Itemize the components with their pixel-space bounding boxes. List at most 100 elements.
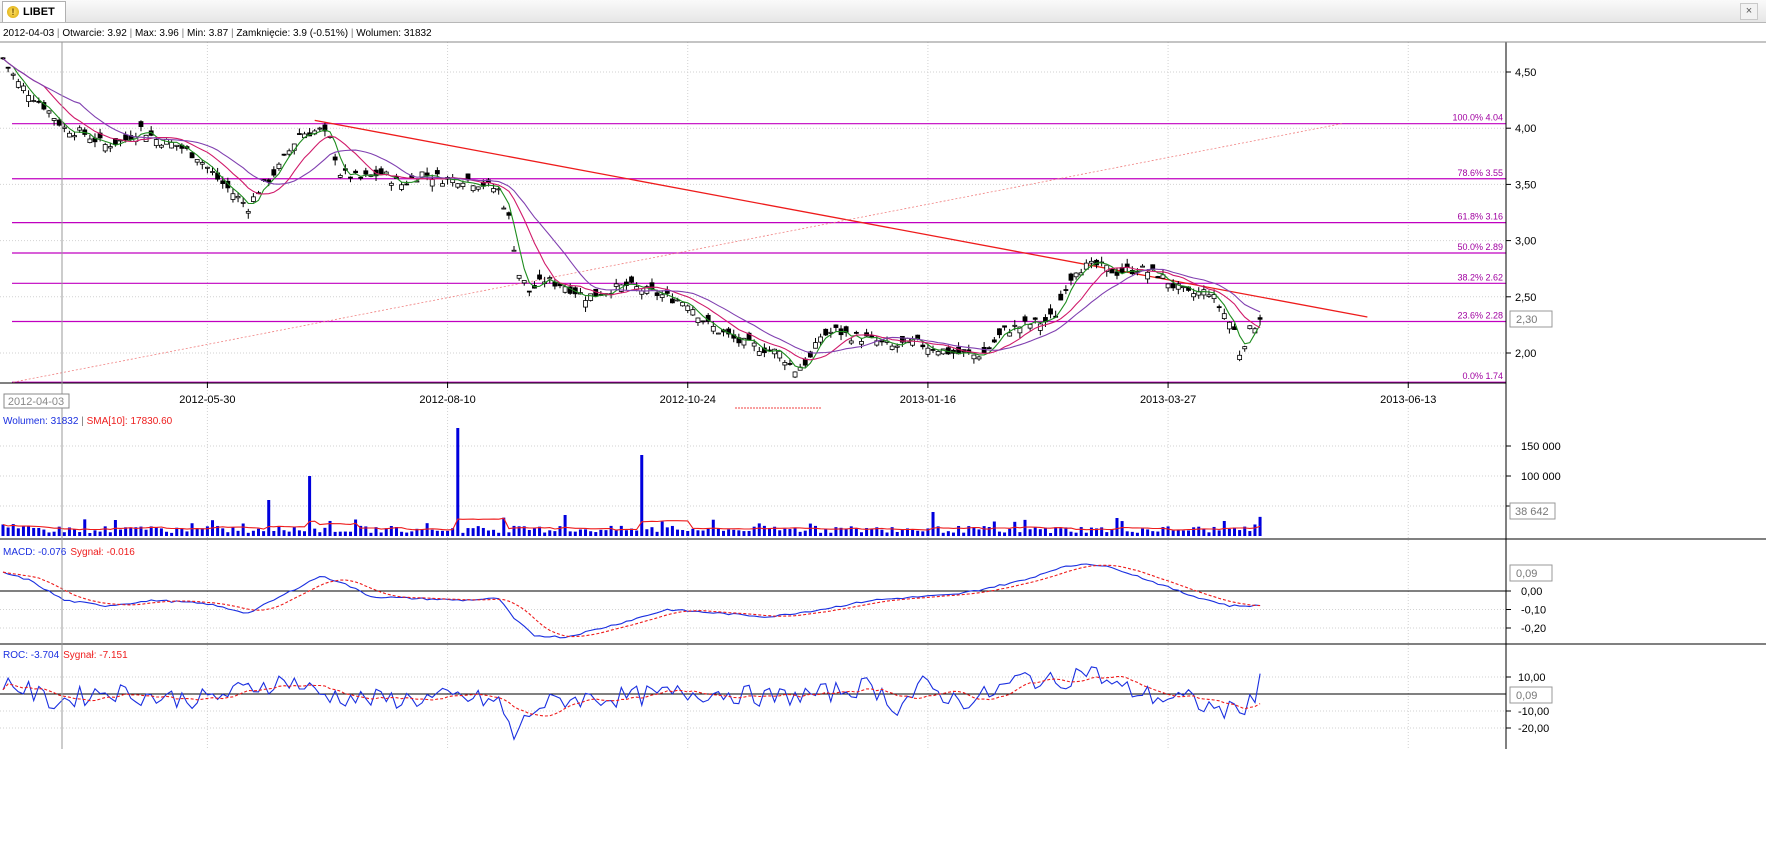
price-tick-label: 4,50 (1515, 67, 1536, 79)
date-tick-label: 2013-06-13 (1380, 394, 1436, 406)
fib-label: 0.0% 1.74 (1462, 371, 1503, 381)
volume-bar (1227, 528, 1231, 536)
fib-label: 100.0% 4.04 (1452, 113, 1503, 123)
volume-bar (200, 528, 204, 536)
candle-body (1022, 316, 1028, 322)
candle-body (276, 163, 282, 169)
fib-label: 50.0% 2.89 (1457, 242, 1503, 252)
candle-body (56, 119, 62, 126)
volume-bar (27, 526, 31, 536)
volume-bar (1028, 529, 1032, 536)
candle-body (353, 170, 358, 174)
candle-body (1048, 308, 1053, 315)
volume-bar (1202, 528, 1206, 536)
candle-body (240, 201, 246, 204)
candle-body (26, 95, 31, 102)
volume-bar (1115, 518, 1119, 536)
candle-body (654, 292, 660, 296)
volume-bar (302, 531, 306, 536)
volume-bar (21, 525, 25, 536)
chart-area[interactable]: 100.0% 4.04 78.6% 3.55 61.8% 3.16 50.0% 2.8… (0, 22, 1766, 851)
volume-bar (962, 532, 966, 536)
volume-bar (73, 529, 77, 536)
candle-body (1109, 269, 1115, 274)
volume-bar (1166, 526, 1170, 536)
volume-bar (486, 530, 490, 536)
volume-bar (706, 528, 710, 536)
candle-body (337, 175, 343, 178)
candle-body (583, 300, 588, 308)
candle-body (404, 183, 410, 186)
close-button[interactable]: × (1740, 3, 1758, 20)
volume-bar (1079, 527, 1083, 536)
volume-bar (42, 529, 46, 536)
volume-bar (257, 528, 260, 536)
volume-bar (343, 531, 347, 536)
volume-bar (660, 521, 664, 536)
candle-body (526, 290, 532, 293)
candle-body (5, 66, 11, 69)
candle-body (1170, 283, 1176, 289)
tab-libet[interactable]: ! LIBET (2, 1, 66, 22)
volume-bar (1059, 528, 1063, 536)
current-volume-label: 38 642 (1515, 506, 1549, 518)
fib-label: 38.2% 2.62 (1457, 272, 1503, 282)
volume-bar (946, 531, 950, 536)
volume-bar (1054, 527, 1058, 536)
volume-header: Wolumen: 31832 | SMA[10]: 17830.60 (3, 416, 173, 427)
candle-body (869, 335, 875, 338)
candle-body (46, 110, 52, 114)
volume-bar (788, 529, 792, 536)
candle-body (169, 142, 175, 149)
volume-bar (1238, 530, 1242, 536)
volume-bar (6, 527, 10, 536)
volume-bar (354, 519, 358, 536)
candle-body (159, 144, 164, 148)
candle-body (235, 195, 241, 199)
volume-bar (563, 515, 567, 536)
candle-body (710, 325, 716, 332)
volume-bar (757, 523, 761, 536)
candle-body (271, 169, 277, 176)
volume-bar (1151, 531, 1155, 536)
volume-bar (778, 530, 782, 536)
candle-body (853, 331, 859, 334)
candle-body (61, 126, 67, 129)
current-price-label: 2,30 (1516, 314, 1537, 326)
volume-bar (481, 527, 485, 536)
volume-bar (594, 532, 598, 536)
volume-bar (144, 529, 148, 536)
volume-bar (313, 528, 317, 536)
candle-body (1068, 273, 1074, 281)
volume-bar (762, 525, 766, 536)
volume-bar (1135, 532, 1139, 536)
macd-title: MACD: -0.076 (3, 547, 67, 558)
candle-body (199, 162, 205, 165)
volume-bar (287, 531, 291, 536)
candle-body (470, 185, 476, 192)
candle-body (51, 118, 57, 121)
candle-body (501, 207, 507, 210)
volume-bar (16, 528, 20, 536)
candle-body (547, 277, 553, 280)
volume-bar (870, 528, 874, 536)
candle-body (659, 294, 665, 298)
volume-bar (1084, 532, 1088, 536)
volume-title: Wolumen: 31832 (3, 416, 79, 427)
candle-body (848, 340, 854, 344)
volume-bar (1105, 532, 1109, 536)
volume-bars (1, 428, 1262, 536)
candle-body (971, 354, 977, 360)
candle-body (1191, 293, 1197, 298)
candle-body (332, 156, 338, 161)
candle-body (751, 342, 757, 347)
volume-bar (1171, 530, 1175, 536)
volume-bar (1130, 531, 1134, 536)
candle-body (1257, 317, 1263, 320)
cursor-date: 2012-04-03 (8, 396, 64, 408)
volume-tick-label: 100 000 (1521, 471, 1561, 483)
volume-bar (1120, 521, 1124, 536)
candle-body (1119, 267, 1125, 274)
volume-bar (1187, 530, 1191, 536)
candle-body (511, 249, 517, 252)
